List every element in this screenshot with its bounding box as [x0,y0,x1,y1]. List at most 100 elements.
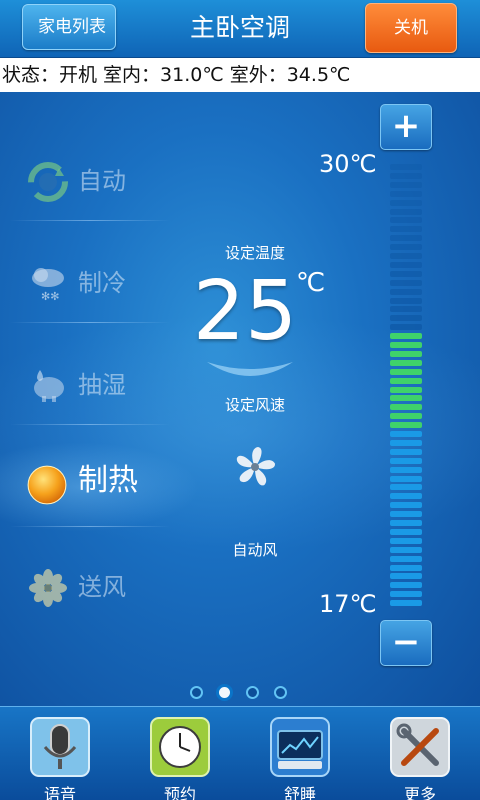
nav-more-label: 更多 [403,785,436,800]
mode-divider [10,322,170,323]
fan-mode-text: 自动风 [232,541,278,559]
nav-voice[interactable]: 语音 [10,713,110,800]
page-indicator [188,684,298,702]
temperature-bar-segment [390,493,422,500]
temperature-bar-segment [390,164,422,170]
temperature-bar-segment [390,413,422,420]
page-dot[interactable] [274,686,287,699]
temperature-bar-segment [390,235,422,242]
mode-heat-label: 制热 [78,463,138,498]
temperature-bar-segment [390,270,422,277]
temperature-bar-segment [390,546,422,553]
sleep-display-icon [270,717,330,777]
temperature-bar-segment [390,520,422,526]
temperature-bar-segment [390,448,422,455]
back-button-label: 家电列表 [38,17,106,37]
svg-text:✻✻: ✻✻ [41,290,59,303]
temperature-bar-segment [390,217,422,224]
temperature-bar-segment [390,244,422,251]
snow-cloud-icon: ✻✻ [32,268,64,303]
temperature-bar-segment [390,333,422,340]
mode-cool[interactable]: ✻✻ 制冷 [10,238,170,328]
temperature-bar-segment [390,528,422,535]
temperature-bar-segment [390,564,422,571]
temperature-bar-segment [390,208,422,215]
mode-dry[interactable]: 抽湿 [10,340,170,430]
microphone-icon [30,717,90,777]
sun-icon [27,465,67,505]
temperature-bar-segment [390,342,422,348]
page-dot[interactable] [246,686,259,699]
temperature-decrease-button[interactable]: − [380,620,432,666]
temperature-bar-segment [390,502,422,509]
temperature-bar-segment [390,475,422,482]
temperature-increase-button[interactable]: + [380,104,432,150]
temperature-bar-segment [390,288,422,295]
temperature-bar-segment [390,431,422,437]
temperature-bar-segment [390,466,422,473]
temperature-bar-segment [390,350,422,357]
nav-sleep-label: 舒睡 [283,785,316,800]
set-temperature-value: 25 [192,264,298,359]
set-fan-speed-label: 设定风速 [224,396,285,414]
nav-voice-label: 语音 [43,785,76,800]
temperature-slider[interactable] [390,164,422,610]
temperature-bar-segment [390,253,422,259]
temperature-bar-segment [390,555,422,562]
temperature-bar-segment [390,591,422,598]
nav-sleep[interactable]: 舒睡 [250,713,350,800]
bottom-navigation: 语音 预约 舒睡 更多 [0,706,480,800]
tools-icon [390,717,450,777]
temperature-bar-segment [390,306,422,313]
temperature-bar-segment [390,573,422,580]
set-temperature-label: 设定温度 [224,244,285,262]
auto-cycle-icon [28,162,68,202]
mode-divider [10,526,170,527]
nav-schedule[interactable]: 预约 [130,713,230,800]
temperature-bar-segment [390,377,422,384]
temperature-arc-decoration [207,362,293,376]
mode-fan-label: 送风 [78,573,126,601]
temperature-bar-segment [390,297,422,304]
nav-schedule-label: 预约 [163,785,196,800]
temperature-bar-segment [390,600,422,607]
fan-flower-icon [29,569,67,607]
nav-more[interactable]: 更多 [370,713,470,800]
fan-icon[interactable] [232,444,278,490]
mode-fan[interactable]: 送风 [10,542,170,632]
temperature-bar-segment [390,484,422,491]
mode-dry-label: 抽湿 [78,371,126,399]
mode-heat[interactable]: 制热 [10,440,170,530]
temperature-bar-segment [390,511,422,518]
temperature-bar-segment [390,457,422,464]
temperature-max-label: 30℃ [319,150,377,178]
main-panel: 自动 ✻✻ 制冷 抽湿 制热 送风 设定温度 25 ℃ 设定风速 自动风 + 3… [0,92,480,706]
temperature-bar-segment [390,422,422,429]
page-dot[interactable] [190,686,203,699]
temperature-bar-segment [390,226,422,233]
mode-divider [10,220,170,221]
dehumidify-icon [34,370,64,402]
title-bar: 家电列表 主卧空调 关机 [0,0,480,58]
mode-cool-label: 制冷 [78,269,126,297]
page-dot[interactable] [216,684,233,701]
mode-auto[interactable]: 自动 [10,136,170,226]
temperature-bar-segment [390,582,422,589]
temperature-bar-segment [390,359,422,366]
temperature-bar-segment [390,386,422,393]
temperature-min-label: 17℃ [319,590,377,618]
temperature-bar-segment [390,404,422,411]
temperature-bar-segment [390,537,422,544]
temperature-bar-segment [390,261,422,268]
mode-divider [10,424,170,425]
status-text: 状态：开机 室内：31.0℃ 室外：34.5℃ [0,58,480,92]
mode-auto-label: 自动 [78,167,126,195]
temperature-bar-segment [390,324,422,331]
page-title: 主卧空调 [189,13,290,42]
appliance-list-back-button[interactable]: 家电列表 [22,4,116,50]
temperature-bar-segment [390,172,422,179]
temperature-unit: ℃ [296,268,326,298]
temperature-bar-segment [390,315,422,322]
temperature-bar-segment [390,279,422,286]
power-off-button[interactable]: 关机 [365,3,457,53]
